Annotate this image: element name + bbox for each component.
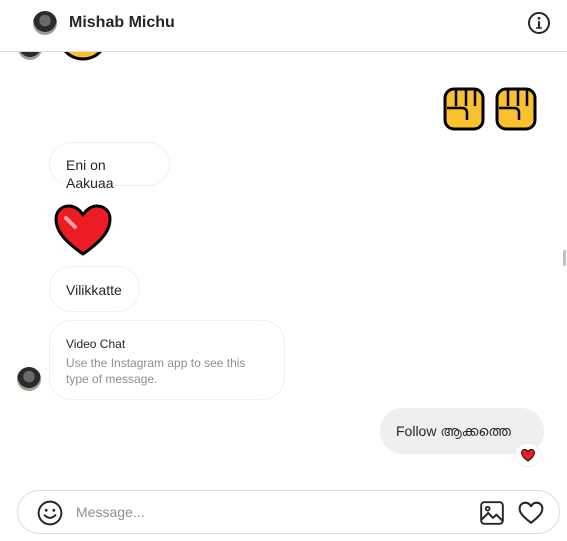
video-chat-description: Use the Instagram app to see this type o… (66, 356, 246, 386)
video-chat-notice[interactable]: Video Chat Use the Instagram app to see … (49, 320, 285, 400)
message-text: Eni on Aakuaa (66, 157, 114, 191)
heart-icon[interactable] (518, 500, 544, 526)
raised-fist-emoji (443, 87, 485, 131)
message-composer (17, 490, 560, 534)
red-heart-emoji (54, 204, 112, 256)
image-icon[interactable] (479, 500, 505, 526)
user-avatar[interactable] (33, 11, 57, 35)
message-thread[interactable]: Eni on Aakuaa Vilikkatte Video Chat Use … (0, 52, 567, 477)
conversation-title[interactable]: Mishab Michu (69, 14, 175, 32)
red-heart-emoji (521, 448, 535, 462)
message-input[interactable] (76, 501, 456, 523)
video-chat-title: Video Chat (66, 337, 126, 351)
heart-reaction[interactable] (515, 443, 541, 467)
sender-avatar[interactable] (18, 52, 42, 60)
message-text: Vilikkatte (66, 282, 122, 298)
face-emoji (64, 52, 102, 61)
chat-header: Mishab Michu (0, 0, 567, 52)
raised-fist-emoji (495, 87, 537, 131)
emoji-icon[interactable] (37, 500, 63, 526)
info-icon[interactable] (527, 11, 551, 35)
sender-avatar[interactable] (17, 367, 41, 391)
received-message[interactable]: Vilikkatte (49, 266, 140, 312)
scrollbar-thumb[interactable] (563, 250, 566, 266)
message-text: Follow ആക്കത്തെ (396, 423, 511, 439)
received-message[interactable]: Eni on Aakuaa (49, 142, 170, 191)
